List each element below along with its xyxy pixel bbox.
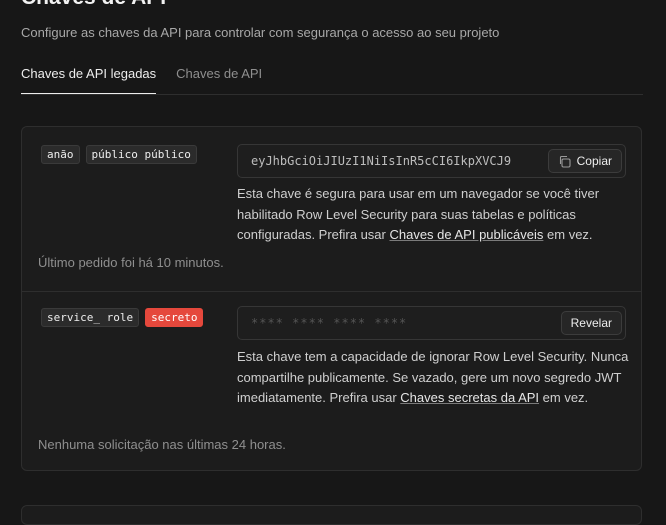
anon-key-field[interactable]: eyJhbGciOiJIUzI1NiIsInR5cCI6IkpXVCJ9 Cop…	[237, 144, 626, 178]
service-role-key-value[interactable]: **** **** **** ****	[251, 316, 545, 330]
secret-badge: secreto	[145, 308, 204, 327]
service-role-last-request: Nenhuma solicitação nas últimas 24 horas…	[38, 437, 286, 452]
service-role-description-end: em vez.	[539, 390, 589, 405]
copy-icon	[559, 155, 571, 168]
key-name-badge: anão	[41, 145, 80, 164]
secret-keys-link[interactable]: Chaves secretas da API	[400, 390, 539, 405]
reveal-button-label: Revelar	[570, 316, 612, 330]
service-role-key-field[interactable]: **** **** **** **** Revelar	[237, 306, 626, 340]
service-role-key-section: service_ role secreto **** **** **** ***…	[22, 291, 641, 471]
copy-button[interactable]: Copiar	[547, 149, 622, 173]
publishable-keys-link[interactable]: Chaves de API publicáveis	[389, 227, 543, 242]
page-subtitle: Configure as chaves da API para controla…	[21, 25, 500, 40]
anon-key-badges: anão público público	[41, 145, 197, 164]
service-role-description: Esta chave tem a capacidade de ignorar R…	[237, 347, 632, 409]
key-name-badge: service_ role	[41, 308, 140, 327]
tab-bar: Chaves de API legadas Chaves de API	[21, 58, 643, 95]
service-role-badges: service_ role secreto	[41, 308, 204, 327]
key-type-badge: público público	[85, 145, 197, 164]
tab-api-keys[interactable]: Chaves de API	[176, 58, 262, 93]
anon-key-description: Esta chave é segura para usar em um nave…	[237, 184, 632, 246]
next-card	[21, 505, 642, 525]
anon-key-last-request: Último pedido foi há 10 minutos.	[38, 255, 224, 270]
anon-key-value[interactable]: eyJhbGciOiJIUzI1NiIsInR5cCI6IkpXVCJ9	[251, 154, 545, 168]
api-keys-card: anão público público eyJhbGciOiJIUzI1NiI…	[21, 126, 642, 471]
tab-legacy-api-keys[interactable]: Chaves de API legadas	[21, 58, 157, 94]
anon-key-description-end: em vez.	[543, 227, 593, 242]
reveal-button[interactable]: Revelar	[560, 311, 622, 335]
page-title: Chaves de API	[21, 0, 166, 10]
copy-button-label: Copiar	[576, 154, 612, 168]
anon-key-section: anão público público eyJhbGciOiJIUzI1NiI…	[22, 127, 641, 292]
